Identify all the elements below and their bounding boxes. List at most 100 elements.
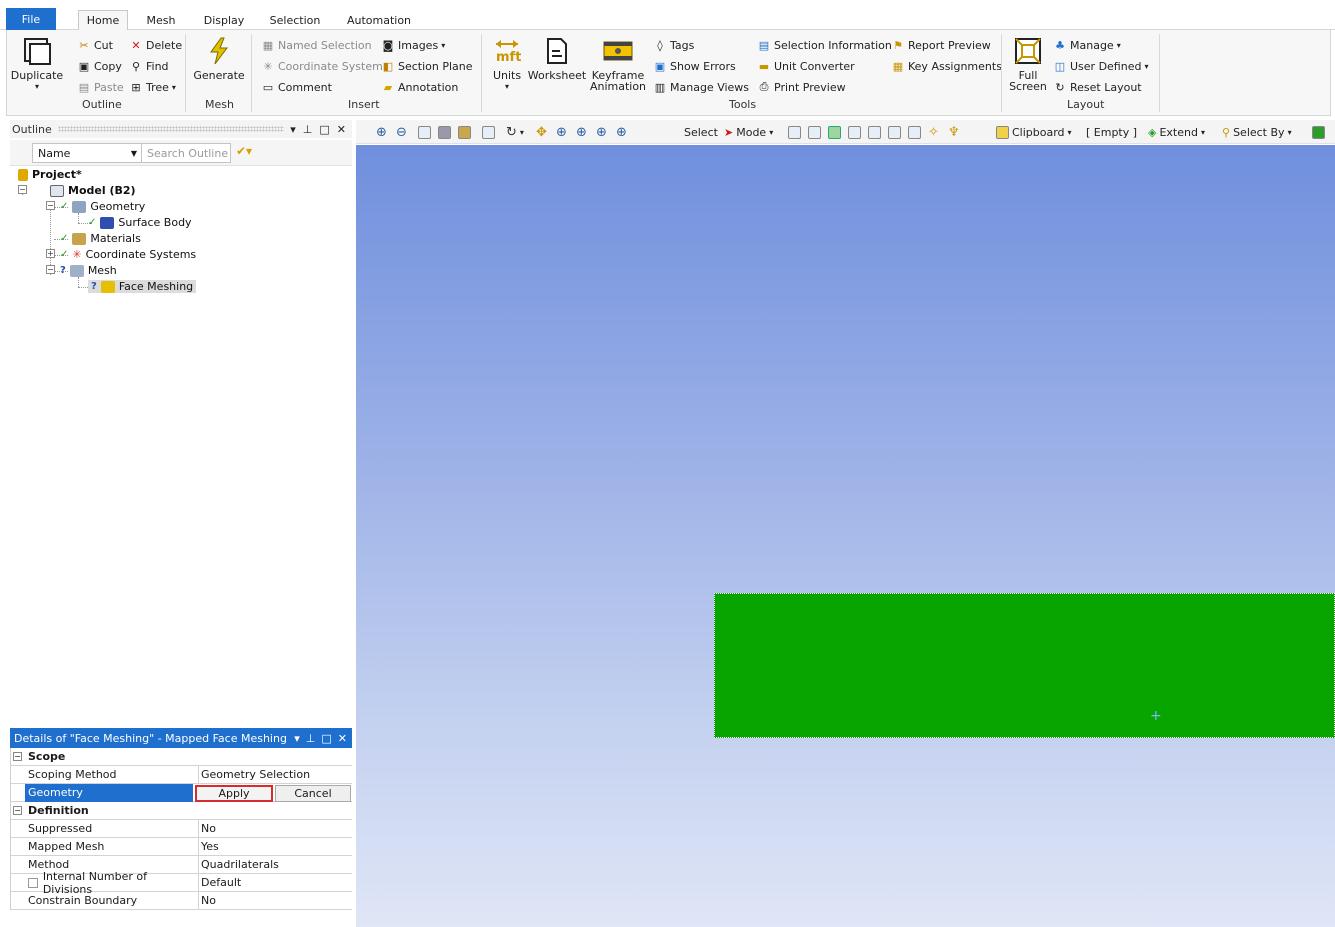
view-button[interactable] bbox=[482, 124, 495, 140]
keyframe-animation-button[interactable]: Keyframe Animation bbox=[590, 36, 646, 92]
tree-node-project[interactable]: Project* bbox=[18, 168, 82, 181]
row-geometry[interactable]: Geometry Apply Cancel bbox=[11, 783, 352, 802]
file-tab[interactable]: File bbox=[6, 8, 56, 30]
internal-divisions-checkbox[interactable] bbox=[28, 877, 38, 888]
row-value[interactable]: Quadrilaterals bbox=[198, 855, 352, 874]
name-select[interactable]: Name ▼ bbox=[32, 143, 142, 163]
copy-button[interactable]: ▣ Copy bbox=[77, 59, 122, 73]
expand-toggle[interactable]: + bbox=[46, 249, 55, 258]
row-value[interactable]: Yes bbox=[198, 837, 352, 856]
worksheet-button[interactable]: Worksheet bbox=[528, 36, 586, 81]
select-face-button[interactable] bbox=[828, 124, 841, 140]
row-value[interactable]: Default bbox=[198, 873, 352, 892]
paste-button[interactable]: ▤ Paste bbox=[77, 80, 124, 94]
manage-views-button[interactable]: ▥ Manage Views bbox=[653, 80, 749, 94]
row-suppressed[interactable]: Suppressed No bbox=[11, 819, 352, 838]
section-plane-button[interactable]: ◧ Section Plane bbox=[381, 59, 473, 73]
find-button[interactable]: ⚲ Find bbox=[129, 59, 169, 73]
row-scoping-method[interactable]: Scoping Method Geometry Selection bbox=[11, 765, 352, 784]
delete-button[interactable]: ✕ Delete bbox=[129, 38, 182, 52]
shaded-button[interactable] bbox=[438, 124, 451, 140]
tree-node-materials[interactable]: ✓ Materials bbox=[60, 232, 141, 245]
collapse-toggle[interactable]: − bbox=[13, 806, 22, 815]
tags-button[interactable]: ◊ Tags bbox=[653, 38, 694, 52]
filter-chevron-icon[interactable]: ✔▾ bbox=[236, 144, 252, 158]
maximize-icon[interactable]: □ bbox=[321, 732, 331, 745]
convert-button[interactable] bbox=[1312, 124, 1325, 140]
named-selection-button[interactable]: ▦ Named Selection bbox=[261, 38, 372, 52]
zoom-in-button[interactable]: ⊕ bbox=[376, 124, 387, 140]
dropdown-arrow-icon[interactable]: ▾ bbox=[290, 123, 296, 136]
select-node-button[interactable] bbox=[868, 124, 881, 140]
tree-node-geometry[interactable]: ✓ Geometry bbox=[60, 200, 145, 213]
select-body-button[interactable] bbox=[848, 124, 861, 140]
collapse-toggle[interactable]: − bbox=[46, 265, 55, 274]
manage-button[interactable]: ♣ Manage ▾ bbox=[1053, 38, 1121, 52]
select-mode-button[interactable]: ➤ Mode ▾ bbox=[724, 124, 773, 140]
apply-button[interactable]: Apply bbox=[195, 785, 273, 802]
wireframe-button[interactable] bbox=[418, 124, 431, 140]
row-constrain-boundary[interactable]: Constrain Boundary No bbox=[11, 891, 352, 910]
zoom-to-fit-button[interactable]: ⊕ bbox=[596, 124, 607, 140]
collapse-toggle[interactable]: − bbox=[13, 752, 22, 761]
cancel-button[interactable]: Cancel bbox=[275, 785, 351, 802]
pick-button[interactable]: ♆ bbox=[948, 124, 960, 140]
units-button[interactable]: mft Units ▾ bbox=[489, 36, 525, 92]
report-preview-button[interactable]: ⚑ Report Preview bbox=[891, 38, 991, 52]
key-assignments-button[interactable]: ▦ Key Assignments bbox=[891, 59, 1002, 73]
select-element-face-button[interactable] bbox=[888, 124, 901, 140]
row-value[interactable]: Geometry Selection bbox=[198, 765, 352, 784]
tab-selection[interactable]: Selection bbox=[264, 10, 326, 31]
close-icon[interactable]: ✕ bbox=[337, 123, 346, 136]
tree-button[interactable]: ⊞ Tree ▾ bbox=[129, 80, 176, 94]
select-by-button[interactable]: ⚲ Select By ▾ bbox=[1222, 124, 1292, 140]
tree-node-coordinate-systems[interactable]: ✓ ✳ Coordinate Systems bbox=[60, 248, 196, 261]
coordinate-system-button[interactable]: ✳ Coordinate System bbox=[261, 59, 382, 73]
coordinate-select-button[interactable]: ✧ bbox=[928, 124, 939, 140]
print-preview-button[interactable]: ⎙ Print Preview bbox=[757, 80, 846, 94]
select-element-button[interactable] bbox=[908, 124, 921, 140]
select-vertex-button[interactable] bbox=[788, 124, 801, 140]
pin-icon[interactable]: ⊥ bbox=[303, 123, 313, 136]
selection-information-button[interactable]: ▤ Selection Information bbox=[757, 38, 892, 52]
generate-button[interactable]: Generate bbox=[193, 36, 245, 81]
annotation-button[interactable]: ▰ Annotation bbox=[381, 80, 459, 94]
duplicate-button[interactable]: Duplicate ▾ bbox=[11, 36, 63, 92]
cut-button[interactable]: ✂ Cut bbox=[77, 38, 113, 52]
tree-node-model[interactable]: Model (B2) bbox=[50, 184, 136, 197]
maximize-icon[interactable]: □ bbox=[319, 123, 329, 136]
graphics-viewport[interactable]: + bbox=[356, 145, 1335, 927]
rotate-button[interactable]: ↻ ▾ bbox=[506, 124, 524, 140]
clipboard-button[interactable]: Clipboard ▾ bbox=[996, 124, 1072, 140]
reset-layout-button[interactable]: ↻ Reset Layout bbox=[1053, 80, 1141, 94]
magnifier-button[interactable]: ⊕ bbox=[616, 124, 627, 140]
select-edge-button[interactable] bbox=[808, 124, 821, 140]
grip-dots[interactable] bbox=[57, 126, 285, 132]
close-icon[interactable]: ✕ bbox=[338, 732, 347, 745]
tab-automation[interactable]: Automation bbox=[342, 10, 416, 31]
tree-node-face-meshing[interactable]: ? Face Meshing bbox=[88, 280, 197, 293]
tree-node-surface-body[interactable]: ✓ Surface Body bbox=[88, 216, 192, 229]
tree-node-mesh[interactable]: ? Mesh bbox=[60, 264, 117, 277]
collapse-toggle[interactable]: − bbox=[46, 201, 55, 210]
show-errors-button[interactable]: ▣ Show Errors bbox=[653, 59, 736, 73]
user-defined-button[interactable]: ◫ User Defined ▾ bbox=[1053, 59, 1149, 73]
zoom-button[interactable]: ⊕ bbox=[556, 124, 567, 140]
full-screen-button[interactable]: Full Screen bbox=[1009, 36, 1047, 92]
row-value[interactable]: No bbox=[198, 819, 352, 838]
box-zoom-button[interactable]: ⊕ bbox=[576, 124, 587, 140]
dropdown-arrow-icon[interactable]: ▾ bbox=[294, 732, 300, 745]
render-button[interactable] bbox=[458, 124, 471, 140]
row-internal-divisions[interactable]: Internal Number of Divisions Default bbox=[11, 870, 352, 896]
section-scope[interactable]: − Scope bbox=[11, 748, 352, 766]
pin-icon[interactable]: ⊥ bbox=[306, 732, 316, 745]
row-mapped-mesh[interactable]: Mapped Mesh Yes bbox=[11, 837, 352, 856]
row-value[interactable]: No bbox=[198, 891, 352, 910]
search-outline-input[interactable]: Search Outline bbox=[141, 143, 231, 163]
section-definition[interactable]: − Definition bbox=[11, 802, 352, 820]
pan-button[interactable]: ✥ bbox=[536, 124, 547, 140]
tab-mesh[interactable]: Mesh bbox=[140, 10, 182, 31]
zoom-out-button[interactable]: ⊖ bbox=[396, 124, 407, 140]
unit-converter-button[interactable]: ▬ Unit Converter bbox=[757, 59, 855, 73]
comment-button[interactable]: ▭ Comment bbox=[261, 80, 332, 94]
